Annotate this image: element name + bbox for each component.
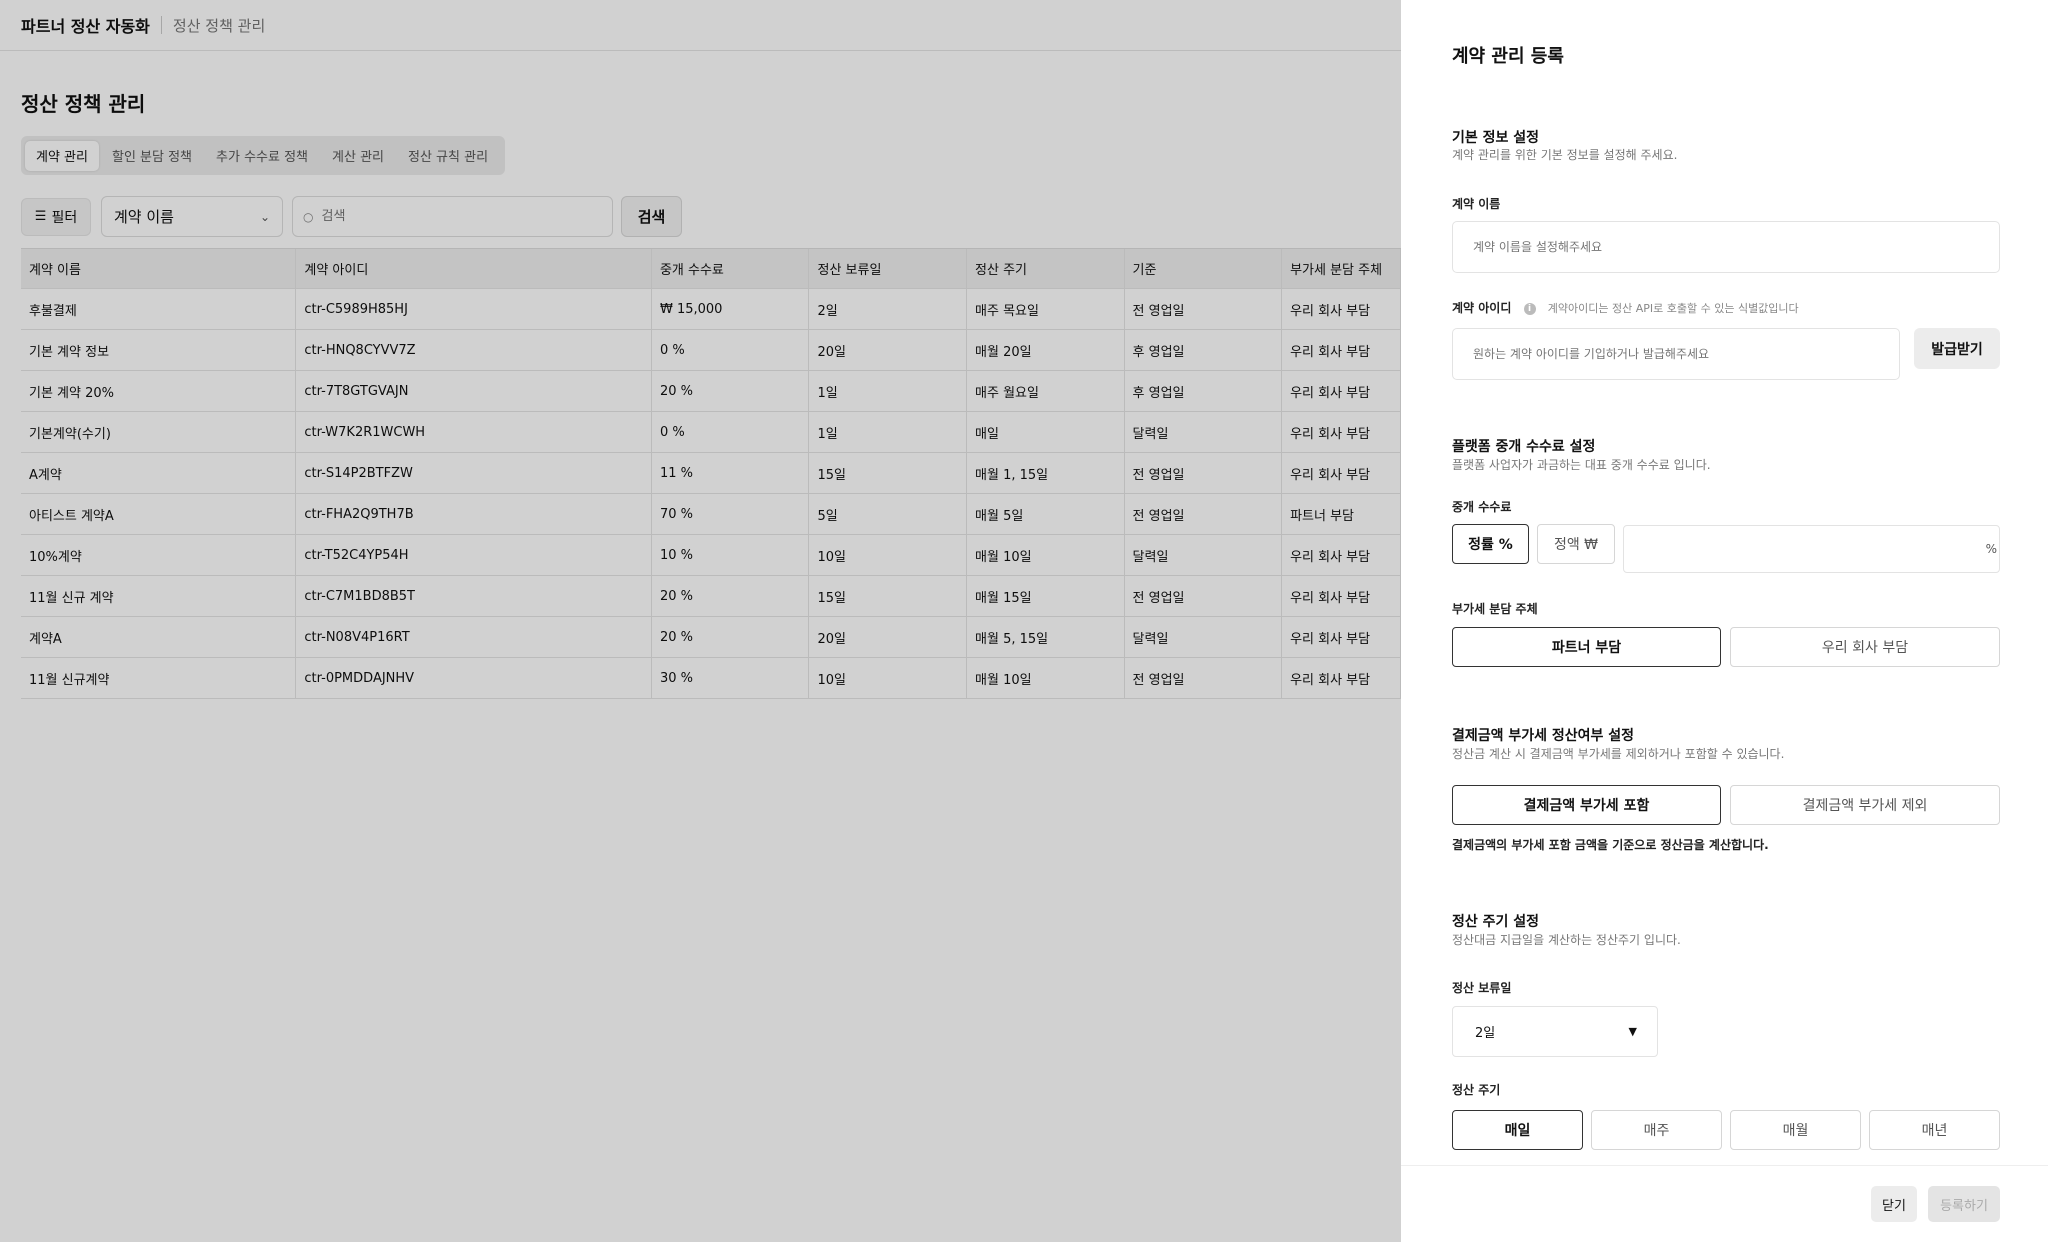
vat-partner-button[interactable]: 파트너 부담: [1452, 627, 1721, 667]
contract-id-field[interactable]: [1452, 328, 1900, 380]
fee-section-title: 플랫폼 중개 수수료 설정: [1452, 439, 1596, 455]
panel-title: 계약 관리 등록: [1452, 46, 1564, 67]
contract-id-label: 계약 아이디: [1452, 301, 1512, 315]
contract-id-input[interactable]: [1473, 347, 1879, 361]
fee-section-desc: 플랫폼 사업자가 과금하는 대표 중개 수수료 입니다.: [1452, 458, 1711, 472]
modal-backdrop[interactable]: [0, 0, 1401, 1242]
contract-name-input[interactable]: [1473, 240, 1979, 254]
contract-name-label: 계약 이름: [1452, 197, 1501, 211]
cycle-section-title: 정산 주기 설정: [1452, 914, 1540, 930]
vat-company-button[interactable]: 우리 회사 부담: [1730, 627, 2000, 667]
fee-value-input[interactable]: %: [1623, 525, 2000, 573]
payment-vat-exclude-button[interactable]: 결제금액 부가세 제외: [1730, 785, 2000, 825]
caret-down-icon: ▼: [1628, 1025, 1637, 1038]
payment-vat-note: 결제금액의 부가세 포함 금액을 기준으로 정산금을 계산합니다.: [1452, 838, 1769, 852]
fee-rate-button[interactable]: 정률 %: [1452, 524, 1529, 564]
close-button[interactable]: 닫기: [1871, 1186, 1917, 1222]
payment-vat-desc: 정산금 계산 시 결제금액 부가세를 제외하거나 포함할 수 있습니다.: [1452, 747, 1785, 761]
issue-id-button[interactable]: 발급받기: [1914, 328, 2000, 369]
fee-label: 중개 수수료: [1452, 500, 1512, 514]
hold-days-label: 정산 보류일: [1452, 981, 1512, 995]
cycle-monthly-button[interactable]: 매월: [1730, 1110, 1861, 1150]
contract-id-hint: 계약아이디는 정산 API로 호출할 수 있는 식별값입니다: [1547, 302, 1799, 315]
hold-days-select[interactable]: 2일 ▼: [1452, 1006, 1658, 1057]
basic-info-desc: 계약 관리를 위한 기본 정보를 설정해 주세요.: [1452, 148, 1678, 162]
panel-footer: 닫기 등록하기: [1401, 1165, 2048, 1242]
cycle-section-desc: 정산대금 지급일을 계산하는 정산주기 입니다.: [1452, 933, 1681, 947]
vat-share-label: 부가세 분담 주체: [1452, 602, 1538, 616]
fee-fixed-button[interactable]: 정액 ₩: [1537, 524, 1615, 564]
contract-register-panel: 계약 관리 등록 기본 정보 설정 계약 관리를 위한 기본 정보를 설정해 주…: [1401, 0, 2048, 1242]
payment-vat-title: 결제금액 부가세 정산여부 설정: [1452, 728, 1635, 744]
submit-button[interactable]: 등록하기: [1928, 1186, 2000, 1222]
cycle-yearly-button[interactable]: 매년: [1869, 1110, 2000, 1150]
cycle-label: 정산 주기: [1452, 1083, 1501, 1097]
fee-unit: %: [1985, 542, 1997, 556]
payment-vat-include-button[interactable]: 결제금액 부가세 포함: [1452, 785, 1721, 825]
cycle-weekly-button[interactable]: 매주: [1591, 1110, 1722, 1150]
contract-id-label-row: 계약 아이디 i 계약아이디는 정산 API로 호출할 수 있는 식별값입니다: [1452, 299, 1799, 316]
hold-days-value: 2일: [1475, 1026, 1496, 1041]
info-icon: i: [1523, 302, 1536, 315]
contract-name-field[interactable]: [1452, 221, 2000, 273]
cycle-daily-button[interactable]: 매일: [1452, 1110, 1583, 1150]
basic-info-title: 기본 정보 설정: [1452, 130, 1540, 146]
